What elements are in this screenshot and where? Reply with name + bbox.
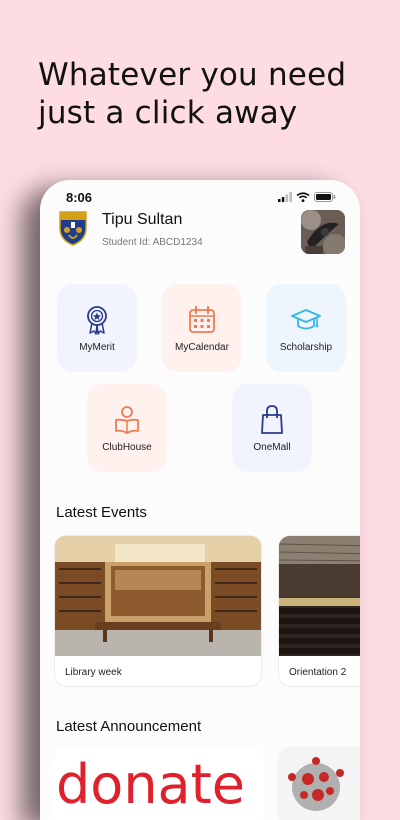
auditorium-photo xyxy=(279,536,360,656)
reading-person-icon xyxy=(115,405,139,434)
menu-label: OneMall xyxy=(253,441,291,453)
event-label: Orientation 2 xyxy=(289,667,347,678)
signal-icon xyxy=(278,192,292,202)
avatar[interactable] xyxy=(301,210,345,254)
latest-events-heading: Latest Events xyxy=(56,504,147,521)
library-photo xyxy=(55,536,261,656)
headline-line-1: Whatever you need xyxy=(38,57,347,93)
announcement-card[interactable]: donate xyxy=(54,747,264,820)
menu-label: MyCalendar xyxy=(175,341,229,353)
wifi-icon xyxy=(296,192,310,202)
event-label: Library week xyxy=(65,667,122,678)
event-card[interactable]: Orientation 2 xyxy=(278,535,360,687)
menu-tile-clubhouse[interactable]: ClubHouse xyxy=(87,384,167,472)
headline-line-2: just a click away xyxy=(38,95,298,131)
graduation-cap-icon xyxy=(291,308,321,329)
menu-tile-mymerit[interactable]: MyMerit xyxy=(57,284,137,372)
status-time: 8:06 xyxy=(66,190,93,205)
battery-icon xyxy=(314,192,336,202)
university-crest-icon xyxy=(59,211,87,246)
announcement-card[interactable] xyxy=(278,747,360,820)
menu-label: Scholarship xyxy=(279,341,333,353)
shopping-bag-icon xyxy=(261,404,283,434)
event-card[interactable]: Library week xyxy=(54,535,262,687)
phone-screen: 8:06 Tipu Sultan Student Id: ABCD1234 My… xyxy=(40,180,360,820)
profile-header: Tipu Sultan Student Id: ABCD1234 xyxy=(40,210,360,256)
menu-label: MyMerit xyxy=(79,341,115,353)
menu-tile-scholarship[interactable]: Scholarship xyxy=(266,284,346,372)
menu-label: ClubHouse xyxy=(102,441,152,453)
virus-image xyxy=(278,747,360,820)
status-bar: 8:06 xyxy=(40,190,360,208)
medal-icon xyxy=(87,305,107,335)
student-name: Tipu Sultan xyxy=(102,211,183,228)
student-id: Student Id: ABCD1234 xyxy=(102,237,203,248)
headline: Whatever you need just a click away xyxy=(38,56,346,132)
donate-logo-text: donate xyxy=(56,753,246,816)
calendar-icon xyxy=(189,305,215,333)
latest-announcement-heading: Latest Announcement xyxy=(56,718,202,735)
menu-tile-onemall[interactable]: OneMall xyxy=(232,384,312,472)
menu-tile-mycalendar[interactable]: MyCalendar xyxy=(162,284,242,372)
